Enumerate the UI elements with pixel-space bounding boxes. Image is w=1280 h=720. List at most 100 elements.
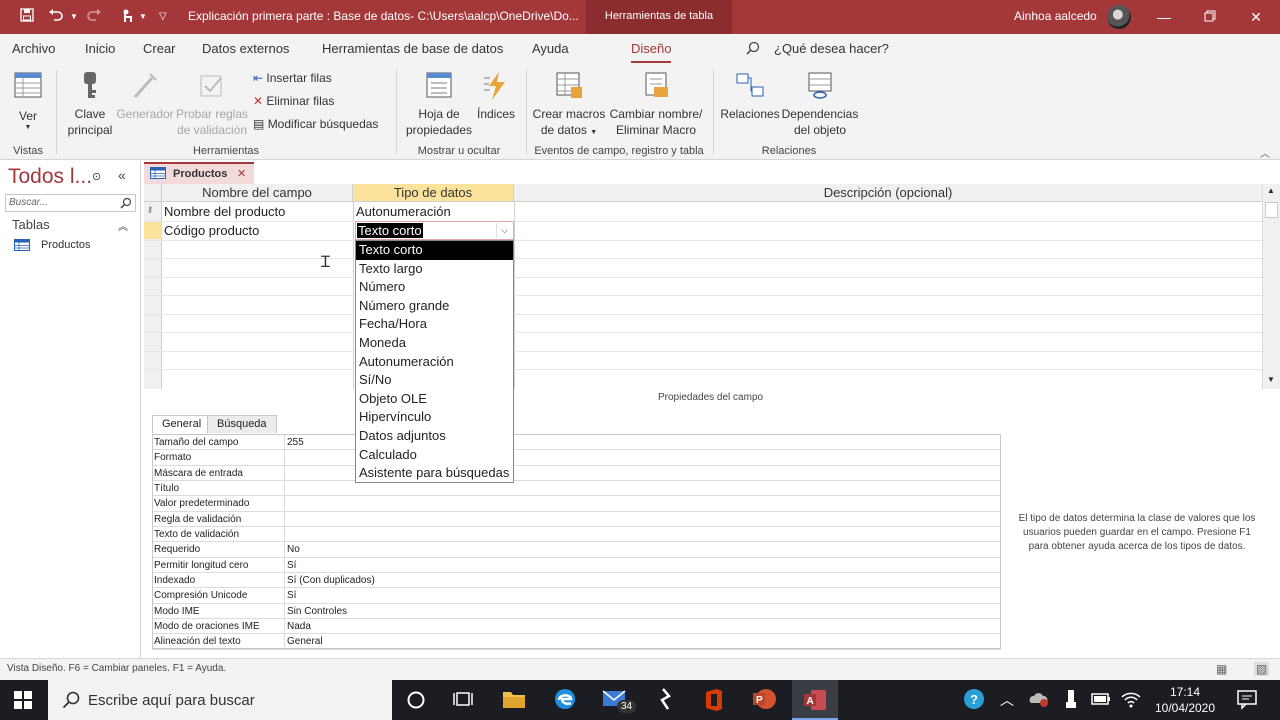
- dropdown-option[interactable]: Número grande: [356, 297, 513, 316]
- redo-icon[interactable]: [86, 8, 102, 25]
- property-row[interactable]: Modo de oraciones IME Nada: [152, 619, 1001, 635]
- relationships-button[interactable]: Relaciones: [720, 70, 780, 122]
- property-sheet-button[interactable]: Hoja de propiedades: [402, 70, 476, 138]
- user-name[interactable]: Ainhoa aalcedo: [1014, 9, 1097, 23]
- dropdown-option[interactable]: Texto largo: [356, 260, 513, 279]
- cortana-icon[interactable]: [405, 689, 429, 713]
- search-icon[interactable]: [746, 41, 760, 58]
- powerpoint-icon[interactable]: P: [752, 688, 776, 712]
- property-row[interactable]: Alineación del texto General: [152, 634, 1001, 650]
- collapse-ribbon-icon[interactable]: ︿: [1260, 145, 1270, 160]
- property-row[interactable]: Regla de validación: [152, 511, 1001, 528]
- minimize-icon[interactable]: —: [1141, 4, 1187, 30]
- builder-button[interactable]: Generador: [116, 70, 174, 122]
- delete-rows-button[interactable]: ✕ Eliminar filas: [253, 94, 334, 108]
- test-validation-button[interactable]: Probar reglas de validación: [174, 70, 250, 138]
- datasheet-view-icon[interactable]: ▦: [1216, 662, 1227, 676]
- close-tab-icon[interactable]: ✕: [237, 167, 246, 180]
- tab-archivo[interactable]: Archivo: [12, 41, 55, 56]
- customize-qat-icon[interactable]: ▽: [159, 11, 167, 22]
- edge-icon[interactable]: [554, 688, 578, 712]
- tab-inicio[interactable]: Inicio: [85, 41, 115, 56]
- dropdown-option[interactable]: Sí/No: [356, 371, 513, 390]
- scroll-up-icon[interactable]: ▲: [1267, 186, 1275, 195]
- dropdown-option[interactable]: Texto corto: [356, 241, 513, 260]
- create-data-macros-button[interactable]: Crear macros de datos ▼: [530, 70, 608, 141]
- touch-dropdown-icon[interactable]: ▼: [139, 12, 147, 21]
- scrollbar-thumb[interactable]: [1265, 202, 1278, 218]
- app-icon[interactable]: [654, 688, 678, 712]
- taskbar-clock[interactable]: 17:14 10/04/2020: [1150, 684, 1220, 716]
- insert-rows-button[interactable]: ⇤ Insertar filas: [253, 71, 332, 85]
- property-row[interactable]: Indexado Sí (Con duplicados): [152, 573, 1001, 589]
- dropdown-option[interactable]: Calculado: [356, 446, 513, 465]
- tab-busqueda[interactable]: Búsqueda: [207, 415, 277, 433]
- data-type-cell[interactable]: Autonumeración: [356, 204, 451, 219]
- chevron-up-icon[interactable]: ︿: [1000, 690, 1014, 710]
- property-row[interactable]: Máscara de entrada: [152, 465, 1001, 482]
- property-row[interactable]: Permitir longitud cero Sí: [152, 557, 1001, 574]
- restore-icon[interactable]: [1187, 4, 1233, 30]
- notifications-icon[interactable]: [1236, 688, 1260, 712]
- nav-search-input[interactable]: Buscar...: [5, 194, 136, 212]
- dropdown-option[interactable]: Datos adjuntos: [356, 427, 513, 446]
- property-row[interactable]: Tamaño del campo 255: [152, 435, 1001, 451]
- object-dependencies-button[interactable]: Dependencias del objeto: [780, 70, 860, 138]
- dropdown-option[interactable]: Autonumeración: [356, 353, 513, 372]
- property-row[interactable]: Texto de validación: [152, 527, 1001, 543]
- windows-start-icon[interactable]: [14, 691, 32, 714]
- help-icon[interactable]: ?: [963, 688, 987, 712]
- property-row[interactable]: Título: [152, 481, 1001, 497]
- nav-item-productos[interactable]: Productos: [41, 239, 91, 251]
- nav-search-icon[interactable]: [120, 196, 132, 214]
- taskbar-search[interactable]: Escribe aquí para buscar: [48, 680, 392, 720]
- property-row[interactable]: Requerido No: [152, 542, 1001, 558]
- tab-datos-externos[interactable]: Datos externos: [202, 41, 289, 56]
- design-view-icon[interactable]: ▧: [1254, 662, 1270, 676]
- data-type-combobox[interactable]: Texto corto ⌵: [355, 221, 514, 240]
- primary-key-button[interactable]: Clave principal: [64, 70, 116, 138]
- property-row[interactable]: Compresión Unicode Sí: [152, 588, 1001, 604]
- task-view-icon[interactable]: [452, 688, 476, 712]
- current-row-selector[interactable]: [144, 221, 162, 239]
- close-icon[interactable]: ✕: [1233, 4, 1279, 30]
- nav-menu-icon[interactable]: ⊙: [92, 170, 101, 183]
- view-button[interactable]: Ver ▼: [10, 70, 46, 132]
- file-explorer-icon[interactable]: [502, 688, 526, 712]
- chevron-down-icon[interactable]: ⌵: [496, 223, 512, 238]
- select-all-corner[interactable]: [144, 184, 162, 202]
- dropdown-option[interactable]: Fecha/Hora: [356, 315, 513, 334]
- grid-scrollbar[interactable]: ▲ ▼: [1262, 184, 1280, 389]
- save-icon[interactable]: [20, 8, 34, 25]
- wifi-icon[interactable]: [1120, 688, 1144, 712]
- undo-dropdown-icon[interactable]: ▼: [70, 12, 78, 21]
- tell-me-input[interactable]: ¿Qué desea hacer?: [774, 41, 889, 56]
- dropdown-option[interactable]: Asistente para búsquedas: [356, 464, 513, 483]
- tab-crear[interactable]: Crear: [143, 41, 176, 56]
- field-name-cell[interactable]: Nombre del producto: [164, 204, 285, 219]
- rename-delete-macro-button[interactable]: Cambiar nombre/ Eliminar Macro: [606, 70, 706, 138]
- dropdown-option[interactable]: Número: [356, 278, 513, 297]
- nav-section-tablas[interactable]: Tablas: [12, 217, 50, 232]
- modify-lookups-button[interactable]: ▤ Modificar búsquedas: [253, 117, 378, 131]
- section-collapse-icon[interactable]: ︽: [118, 218, 128, 233]
- office-icon[interactable]: [703, 688, 727, 712]
- onedrive-icon[interactable]: [1028, 688, 1052, 712]
- battery-icon[interactable]: [1090, 688, 1114, 712]
- dropdown-option[interactable]: Moneda: [356, 334, 513, 353]
- access-taskbar-active[interactable]: A: [792, 680, 838, 720]
- tab-ayuda[interactable]: Ayuda: [532, 41, 569, 56]
- field-name-cell[interactable]: Código producto: [164, 223, 259, 238]
- usb-icon[interactable]: [1060, 688, 1084, 712]
- touch-mode-icon[interactable]: [120, 8, 134, 27]
- tab-herramientas-bd[interactable]: Herramientas de base de datos: [322, 41, 503, 56]
- property-row[interactable]: Formato: [152, 450, 1001, 466]
- tab-general[interactable]: General: [152, 415, 212, 433]
- avatar[interactable]: [1107, 5, 1131, 29]
- document-tab-productos[interactable]: Productos ✕: [144, 162, 254, 184]
- nav-pane-title[interactable]: Todos l...: [8, 165, 92, 189]
- indexes-button[interactable]: Índices: [476, 70, 516, 122]
- undo-icon[interactable]: [48, 8, 64, 25]
- collapse-nav-icon[interactable]: «: [118, 167, 126, 183]
- dropdown-option[interactable]: Objeto OLE: [356, 390, 513, 409]
